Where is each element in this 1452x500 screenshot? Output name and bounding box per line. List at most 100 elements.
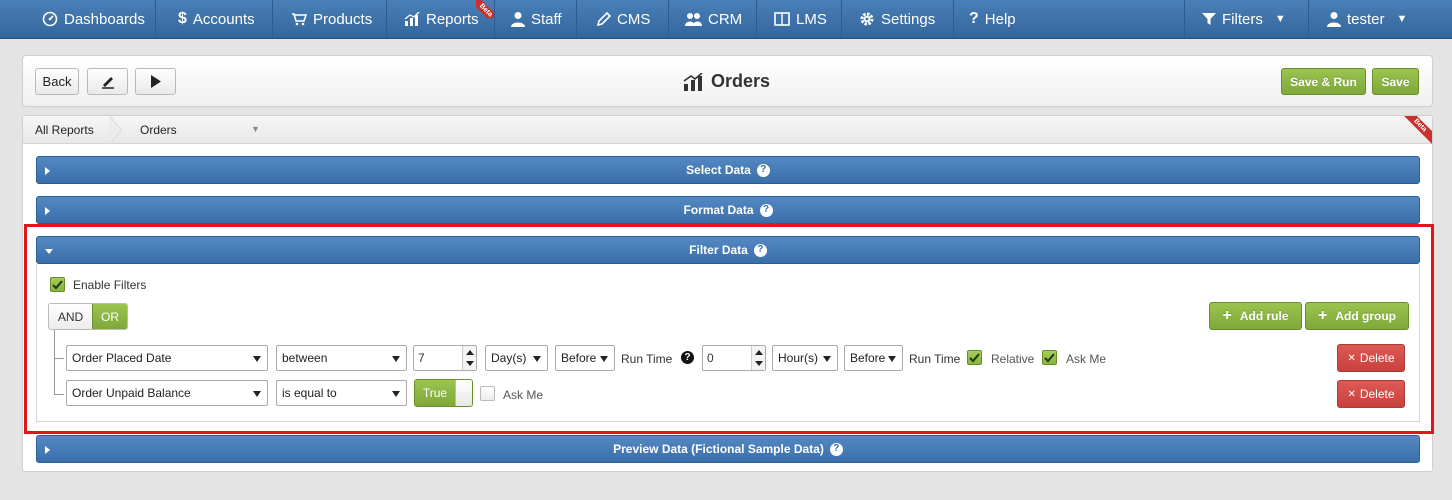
rule2-operator-select[interactable]: is equal to <box>276 380 407 406</box>
help-icon[interactable]: ? <box>756 163 770 177</box>
select-value: Hour(s) <box>778 351 819 365</box>
collapse-arrow-icon <box>45 249 53 254</box>
top-navigation-bar: Dashboards $ Accounts Products Reports B… <box>0 0 1452 39</box>
run-button[interactable] <box>135 68 176 95</box>
filter-data-section-header[interactable]: Filter Data ? <box>36 236 1420 264</box>
rule2-ask-me-checkbox[interactable] <box>480 386 495 401</box>
caret-down-icon <box>253 356 261 362</box>
enable-filters-label: Enable Filters <box>73 278 147 292</box>
caret-down-icon <box>392 356 400 362</box>
relative-checkbox[interactable] <box>967 350 982 365</box>
nav-settings[interactable]: Settings <box>842 0 954 38</box>
add-group-button[interactable]: + Add group <box>1305 302 1409 330</box>
nav-help[interactable]: ? Help <box>954 0 1040 38</box>
rule-tree-branch <box>54 358 64 359</box>
back-button[interactable]: Back <box>35 68 79 95</box>
nav-reports[interactable]: Reports Beta <box>387 0 495 38</box>
rule1-relation2-select[interactable]: Before <box>844 345 903 371</box>
spin-down-icon[interactable] <box>466 361 474 366</box>
ask-me-label: Ask Me <box>1066 352 1107 366</box>
number-spinner[interactable] <box>462 346 476 370</box>
input-value: 0 <box>707 351 714 365</box>
beta-badge: Beta <box>1404 116 1432 144</box>
select-data-section-header[interactable]: Select Data ? <box>36 156 1420 184</box>
caret-down-icon <box>533 356 541 362</box>
expand-arrow-icon <box>45 446 50 454</box>
section-title: Select Data <box>686 163 751 177</box>
or-button[interactable]: OR <box>92 304 127 329</box>
filters-menu[interactable]: Filters ▼ <box>1184 0 1309 38</box>
report-header: Back Orders Save & Run Save <box>22 55 1433 107</box>
filter-data-body: Enable Filters AND OR + Add rule + Add g… <box>36 264 1420 422</box>
rule2-true-toggle[interactable]: True <box>414 379 473 407</box>
preview-data-section-header[interactable]: Preview Data (Fictional Sample Data) ? <box>36 435 1420 463</box>
chart-icon <box>404 12 420 26</box>
user-menu[interactable]: tester ▼ <box>1309 0 1434 38</box>
caret-down-icon <box>392 391 400 397</box>
nav-crm[interactable]: CRM <box>669 0 757 38</box>
nav-products[interactable]: Products <box>273 0 387 38</box>
format-data-section-header[interactable]: Format Data ? <box>36 196 1420 224</box>
plus-icon: + <box>1318 307 1328 324</box>
spin-down-icon[interactable] <box>755 361 763 366</box>
rule1-delete-button[interactable]: ✕ Delete <box>1337 344 1405 372</box>
breadcrumb-all-reports[interactable]: All Reports <box>35 123 94 137</box>
expand-arrow-icon <box>45 207 50 215</box>
nav-label: Products <box>313 10 373 28</box>
caret-down-icon <box>888 356 896 362</box>
save-button[interactable]: Save <box>1372 68 1419 95</box>
add-rule-label: Add rule <box>1239 309 1289 323</box>
spin-up-icon[interactable] <box>755 350 763 355</box>
input-value: 7 <box>418 351 425 365</box>
rule1-unit1-select[interactable]: Day(s) <box>485 345 548 371</box>
breadcrumb-current[interactable]: Orders <box>140 123 177 137</box>
nav-dashboards[interactable]: Dashboards <box>0 0 156 38</box>
chevron-down-icon[interactable]: ▼ <box>251 124 260 134</box>
rule1-unit2-select[interactable]: Hour(s) <box>772 345 838 371</box>
nav-cms[interactable]: CMS <box>577 0 669 38</box>
cart-icon <box>292 13 307 26</box>
user-label: tester <box>1347 10 1385 28</box>
caret-down-icon <box>253 391 261 397</box>
and-button[interactable]: AND <box>49 304 92 329</box>
nav-accounts[interactable]: $ Accounts <box>156 0 273 38</box>
rule2-field-select[interactable]: Order Unpaid Balance <box>66 380 268 406</box>
page-title-text: Orders <box>711 71 771 91</box>
rule1-value2-input[interactable]: 0 <box>702 345 766 371</box>
rule1-relation1-select[interactable]: Before <box>555 345 615 371</box>
play-icon <box>150 75 161 88</box>
number-spinner[interactable] <box>751 346 765 370</box>
select-value: Before <box>850 351 886 365</box>
save-and-run-button[interactable]: Save & Run <box>1281 68 1366 95</box>
ask-me-label: Ask Me <box>503 388 544 402</box>
add-rule-button[interactable]: + Add rule <box>1209 302 1302 330</box>
edit-button[interactable] <box>87 68 128 95</box>
nav-label: CRM <box>708 10 743 28</box>
checkmark-icon <box>969 352 980 362</box>
help-icon[interactable]: ? <box>829 442 843 456</box>
spin-up-icon[interactable] <box>466 350 474 355</box>
dashboard-icon <box>42 11 58 27</box>
chevron-down-icon: ▼ <box>1396 13 1408 25</box>
rule1-operator-select[interactable]: between <box>276 345 407 371</box>
filters-label: Filters <box>1222 10 1263 28</box>
help-icon[interactable]: ? <box>753 243 767 257</box>
chart-icon <box>683 72 703 91</box>
rule1-value1-input[interactable]: 7 <box>413 345 477 371</box>
checkmark-icon <box>52 279 63 289</box>
enable-filters-checkbox[interactable] <box>50 277 65 292</box>
help-icon[interactable]: ? <box>759 203 773 217</box>
rule1-field-select[interactable]: Order Placed Date <box>66 345 268 371</box>
toggle-knob <box>455 380 472 406</box>
nav-label: CMS <box>617 10 651 28</box>
delete-label: Delete <box>1359 351 1395 365</box>
nav-lms[interactable]: LMS <box>757 0 842 38</box>
nav-staff[interactable]: Staff <box>495 0 577 38</box>
relative-label: Relative <box>991 352 1035 366</box>
rule2-delete-button[interactable]: ✕ Delete <box>1337 380 1405 408</box>
rule1-ask-me-checkbox[interactable] <box>1042 350 1057 365</box>
nav-label: Accounts <box>192 10 255 28</box>
filter-icon <box>1202 13 1216 25</box>
help-icon[interactable]: ? <box>681 351 694 364</box>
beta-badge: Beta <box>476 0 494 18</box>
